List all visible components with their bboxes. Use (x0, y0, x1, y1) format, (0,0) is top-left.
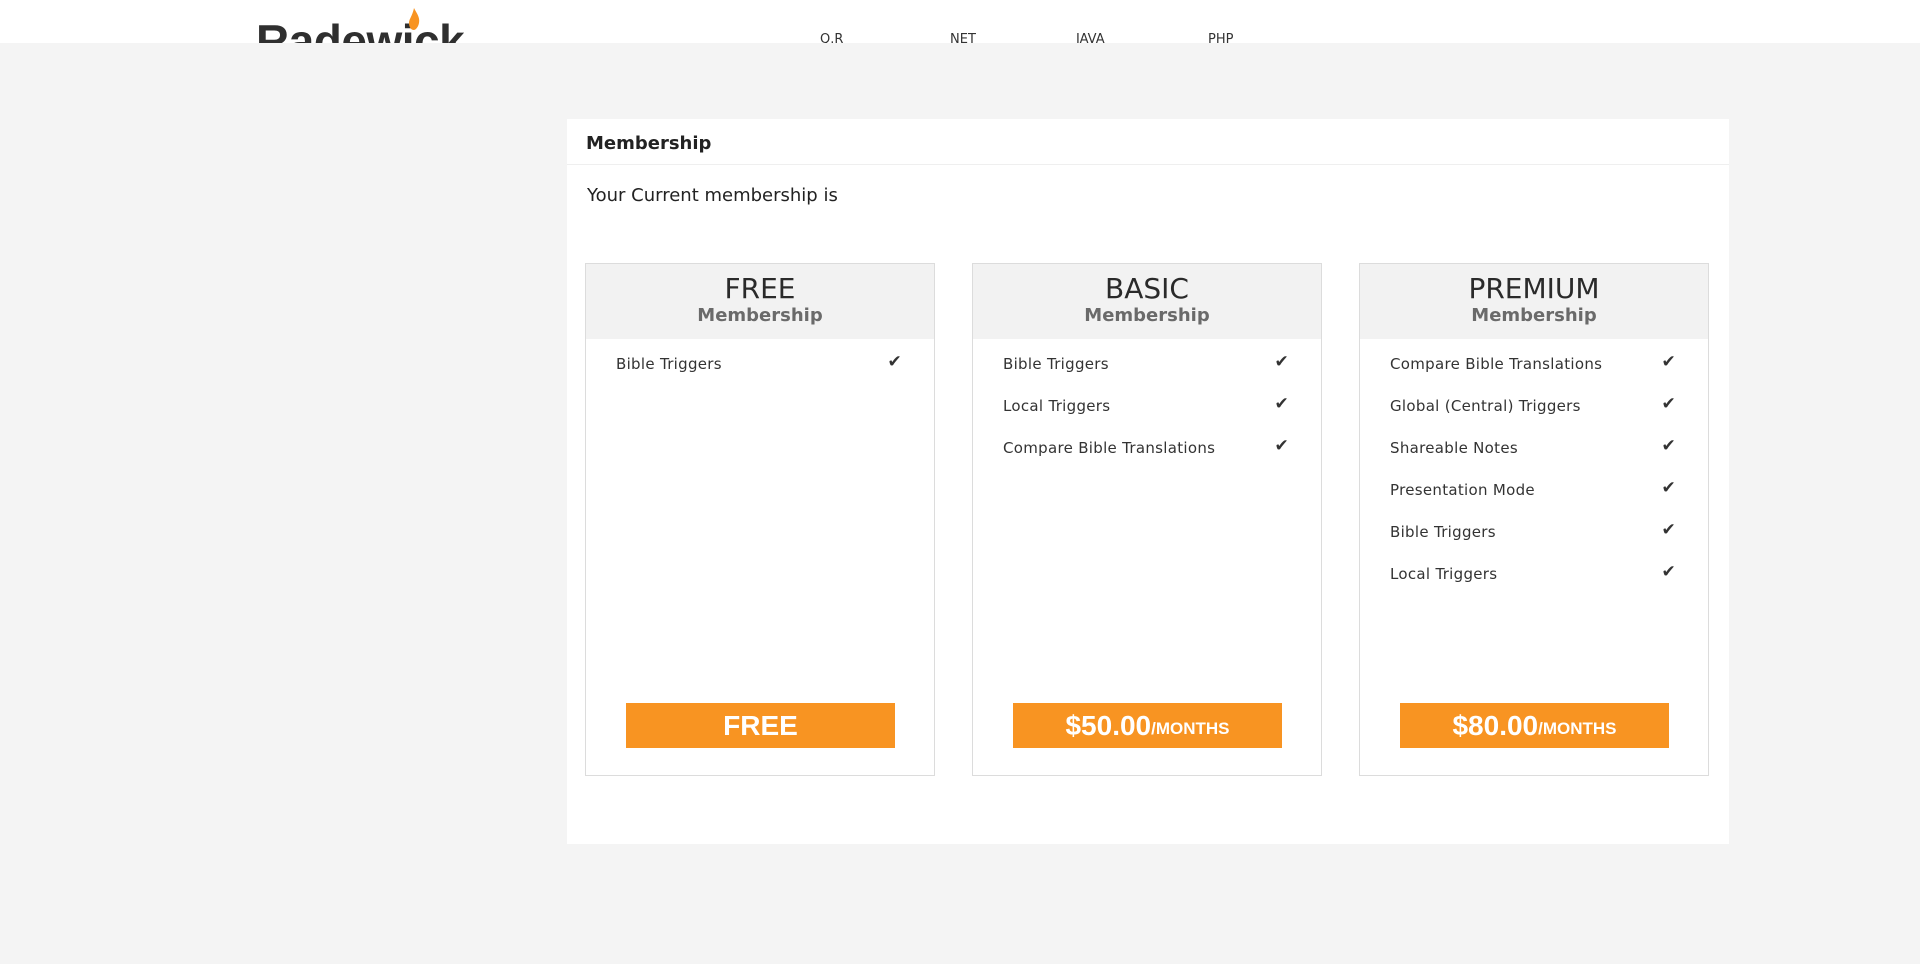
plan-header: FREE Membership (586, 264, 934, 339)
plan-basic-button[interactable]: $50.00 /MONTHS (1013, 703, 1282, 748)
feature-label: Bible Triggers (1003, 355, 1109, 373)
feature-list: Compare Bible Translations ✔ Global (Cen… (1360, 339, 1708, 607)
feature-item: Global (Central) Triggers ✔ (1390, 394, 1678, 439)
check-icon: ✔ (1661, 562, 1676, 582)
plan-premium-button[interactable]: $80.00 /MONTHS (1400, 703, 1669, 748)
feature-label: Compare Bible Translations (1003, 439, 1216, 457)
feature-label: Bible Triggers (616, 355, 722, 373)
check-icon: ✔ (1274, 394, 1289, 414)
plan-header: PREMIUM Membership (1360, 264, 1708, 339)
plan-subtitle: Membership (1471, 304, 1597, 326)
feature-item: Local Triggers ✔ (1390, 562, 1678, 607)
membership-panel: Membership Your Current membership is FR… (567, 119, 1729, 844)
plan-subtitle: Membership (697, 304, 823, 326)
plan-card-basic: BASIC Membership Bible Triggers ✔ Local … (972, 263, 1322, 776)
plan-card-premium: PREMIUM Membership Compare Bible Transla… (1359, 263, 1709, 776)
check-icon: ✔ (1274, 436, 1289, 456)
plan-card-free: FREE Membership Bible Triggers ✔ FREE (585, 263, 935, 776)
price-unit: /MONTHS (1538, 718, 1617, 738)
nav-java[interactable]: JAVA (1076, 33, 1105, 43)
flame-icon (409, 8, 420, 30)
nav-net[interactable]: NET (950, 33, 976, 43)
feature-label: Global (Central) Triggers (1390, 397, 1581, 415)
check-icon: ✔ (1661, 478, 1676, 498)
plan-subtitle: Membership (1084, 304, 1210, 326)
feature-list: Bible Triggers ✔ Local Triggers ✔ Compar… (973, 339, 1321, 481)
price-unit: /MONTHS (1151, 718, 1230, 738)
feature-label: Shareable Notes (1390, 439, 1518, 457)
feature-item: Bible Triggers ✔ (1390, 520, 1678, 565)
current-membership-text: Your Current membership is (587, 185, 838, 206)
feature-item: Bible Triggers ✔ (616, 352, 904, 397)
price-amount: FREE (723, 709, 798, 741)
feature-label: Compare Bible Translations (1390, 355, 1603, 373)
feature-item: Shareable Notes ✔ (1390, 436, 1678, 481)
feature-item: Compare Bible Translations ✔ (1390, 352, 1678, 397)
check-icon: ✔ (1661, 394, 1676, 414)
plan-name: BASIC (1105, 272, 1189, 305)
panel-title: Membership (567, 119, 1729, 165)
check-icon: ✔ (1661, 520, 1676, 540)
feature-item: Bible Triggers ✔ (1003, 352, 1291, 397)
top-navbar: Radewick Q.R NET JAVA PHP (0, 0, 1920, 43)
plan-name: FREE (724, 272, 796, 305)
nav-qr[interactable]: Q.R (820, 33, 843, 43)
plan-name: PREMIUM (1468, 272, 1600, 305)
feature-label: Local Triggers (1003, 397, 1111, 415)
feature-item: Presentation Mode ✔ (1390, 478, 1678, 523)
feature-label: Bible Triggers (1390, 523, 1496, 541)
logo[interactable]: Radewick (256, 18, 465, 43)
feature-item: Compare Bible Translations ✔ (1003, 436, 1291, 481)
feature-item: Local Triggers ✔ (1003, 394, 1291, 439)
check-icon: ✔ (1661, 352, 1676, 372)
nav-php[interactable]: PHP (1208, 33, 1233, 43)
feature-label: Presentation Mode (1390, 481, 1535, 499)
plan-free-button[interactable]: FREE (626, 703, 895, 748)
price-amount: $50.00 (1065, 709, 1152, 741)
plan-header: BASIC Membership (973, 264, 1321, 339)
check-icon: ✔ (1661, 436, 1676, 456)
price-amount: $80.00 (1452, 709, 1539, 741)
feature-label: Local Triggers (1390, 565, 1498, 583)
check-icon: ✔ (887, 352, 902, 372)
check-icon: ✔ (1274, 352, 1289, 372)
feature-list: Bible Triggers ✔ (586, 339, 934, 397)
